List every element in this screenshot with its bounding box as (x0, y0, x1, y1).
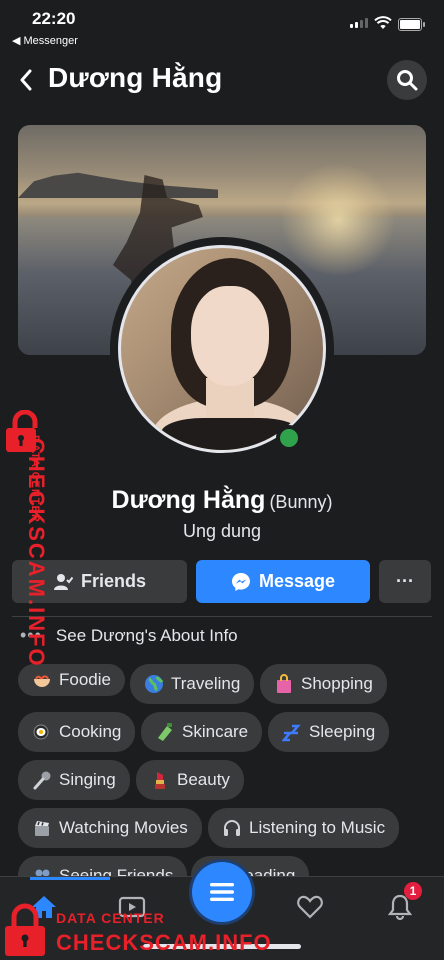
profile-header: Dương Hằng (0, 56, 444, 106)
online-status-dot (276, 425, 302, 451)
watermark-data-center: DATA CENTER (56, 910, 165, 926)
interest-chip-cooking[interactable]: Cooking (18, 712, 136, 752)
message-button[interactable]: Message (196, 560, 370, 603)
more-icon: ··· (396, 571, 414, 591)
profile-nickname: (Bunny) (269, 492, 333, 512)
interest-chip-foodie[interactable]: Foodie (18, 664, 125, 696)
interest-label: Watching Movies (59, 818, 188, 837)
interest-chip-shopping[interactable]: Shopping (260, 664, 387, 704)
clapperboard-icon (32, 818, 52, 838)
profile-name: Dương Hằng (Bunny) (0, 486, 444, 515)
interest-label: Sleeping (309, 722, 376, 741)
chevron-left-icon (20, 69, 32, 91)
profile-bio: Ung dung (182, 521, 262, 541)
profile-name-text: Dương Hằng (111, 486, 266, 514)
profile-picture-ring (110, 237, 334, 461)
heart-icon (297, 895, 323, 919)
lotion-icon (155, 722, 175, 742)
interest-chip-beauty[interactable]: Beauty (136, 760, 244, 800)
zzz-icon (282, 722, 302, 742)
status-time: 22:20 (32, 9, 76, 28)
more-options-button[interactable]: ··· (379, 560, 431, 603)
interest-chip-sleeping[interactable]: Sleeping (268, 712, 390, 752)
interest-label: Skincare (182, 722, 249, 741)
interest-chip-skincare[interactable]: Skincare (141, 712, 263, 752)
cellular-signal-icon (350, 18, 368, 28)
cover-sunset-glow (278, 165, 398, 275)
globe-icon (144, 674, 164, 694)
interest-label: Foodie (59, 670, 111, 689)
cover-hills (18, 172, 218, 198)
interest-label: Shopping (301, 674, 373, 693)
about-info-label: See Dương's About Info (55, 625, 238, 645)
active-tab-indicator (30, 877, 110, 880)
app-screen: 22:20 ◀ Messenger Dương Hằng Dương Hằng … (0, 0, 444, 960)
notification-badge: 1 (404, 882, 422, 900)
bowl-icon (32, 670, 52, 690)
back-button[interactable] (12, 64, 40, 96)
interest-chip-singing[interactable]: Singing (18, 760, 130, 800)
page-title: Dương Hằng (48, 62, 223, 93)
friends-button-label: Friends (80, 571, 146, 591)
interest-label: Listening to Music (249, 818, 386, 837)
search-icon (397, 70, 418, 91)
message-button-label: Message (258, 571, 336, 591)
watermark-horizontal: DATA CENTER CHECKSCAM.INFO (0, 900, 300, 960)
microphone-icon (32, 770, 52, 790)
lock-icon (5, 903, 45, 956)
frying-pan-icon (32, 722, 52, 742)
interest-chip-listening-to-music[interactable]: Listening to Music (208, 808, 400, 848)
battery-icon (398, 18, 425, 31)
search-button[interactable] (387, 60, 427, 100)
wifi-icon (374, 16, 392, 29)
messenger-icon (231, 572, 250, 591)
lipstick-icon (150, 770, 170, 790)
shopping-bag-icon (274, 674, 294, 694)
interest-chip-watching-movies[interactable]: Watching Movies (18, 808, 202, 848)
section-divider (12, 616, 432, 617)
back-to-messenger-link[interactable]: ◀ Messenger (12, 34, 78, 47)
watermark-site: CHECKSCAM.INFO (24, 438, 49, 668)
status-bar: 22:20 ◀ Messenger (0, 0, 444, 50)
headphones-icon (222, 818, 242, 838)
interest-chip-traveling[interactable]: Traveling (130, 664, 255, 704)
watermark-vertical: DATA CENTER CHECKSCAM.INFO (0, 410, 60, 668)
interest-label: Beauty (177, 770, 230, 789)
interest-label: Traveling (171, 674, 241, 693)
interest-label: Singing (59, 770, 116, 789)
watermark-site: CHECKSCAM.INFO (56, 930, 272, 955)
avatar-face (191, 286, 269, 386)
profile-picture[interactable] (118, 245, 326, 453)
interest-label: Cooking (59, 722, 122, 741)
